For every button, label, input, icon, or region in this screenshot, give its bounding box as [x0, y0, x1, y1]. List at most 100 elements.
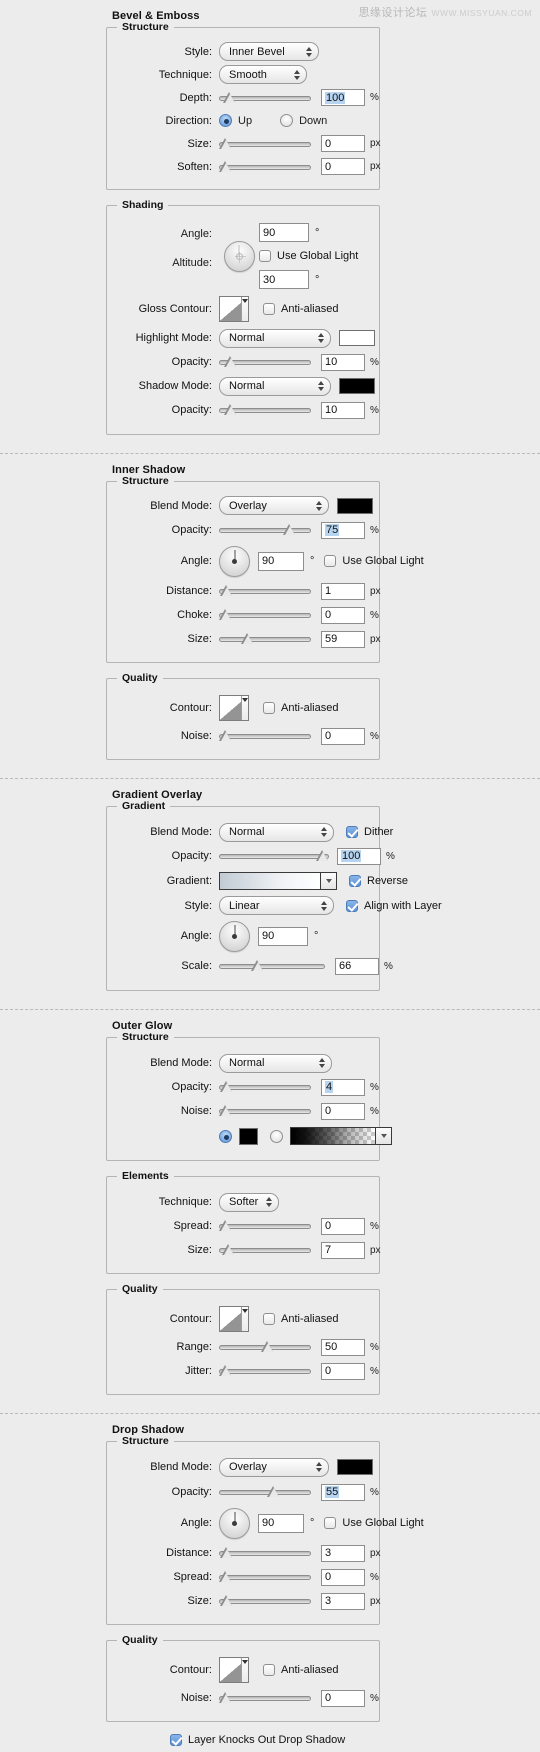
inner-shadow-distance-slider[interactable] [219, 584, 311, 598]
slider-thumb[interactable] [219, 137, 232, 150]
gradient-opacity-slider[interactable] [219, 849, 329, 863]
inner-shadow-choke-field[interactable]: 0 [321, 606, 365, 624]
slider-thumb[interactable] [219, 1692, 232, 1704]
bevel-direction-down-radio[interactable]: Down [280, 114, 327, 127]
inner-shadow-color-swatch[interactable] [337, 497, 373, 514]
outer-glow-anti-aliased-checkbox[interactable]: Anti-aliased [263, 1313, 338, 1325]
slider-thumb[interactable] [219, 1220, 232, 1232]
bevel-depth-field[interactable]: 100 [321, 89, 365, 106]
gradient-scale-field[interactable]: 66 [335, 957, 379, 975]
outer-glow-size-field[interactable]: 7 [321, 1241, 365, 1259]
slider-thumb[interactable] [219, 609, 232, 621]
drop-shadow-spread-field[interactable]: 0 [321, 1568, 365, 1586]
drop-shadow-distance-slider[interactable] [219, 1546, 311, 1560]
bevel-shadow-color-swatch[interactable] [339, 378, 375, 394]
outer-glow-jitter-field[interactable]: 0 [321, 1362, 365, 1380]
outer-glow-jitter-slider[interactable] [219, 1364, 311, 1378]
outer-glow-spread-field[interactable]: 0 [321, 1217, 365, 1235]
contour-dropdown-button[interactable] [241, 1658, 248, 1682]
outer-glow-blend-mode-select[interactable]: Normal [219, 1053, 332, 1073]
drop-shadow-opacity-field[interactable]: 55 [321, 1483, 365, 1501]
bevel-shadow-mode-select[interactable]: Normal [219, 376, 331, 396]
gradient-align-with-layer-checkbox[interactable]: Align with Layer [346, 899, 442, 912]
drop-shadow-size-slider[interactable] [219, 1594, 311, 1608]
drop-shadow-size-field[interactable]: 3 [321, 1592, 365, 1610]
drop-shadow-distance-field[interactable]: 3 [321, 1544, 365, 1562]
bevel-shadow-opacity-field[interactable]: 10 [321, 401, 365, 419]
bevel-anti-aliased-checkbox[interactable]: Anti-aliased [263, 303, 338, 315]
inner-shadow-noise-field[interactable]: 0 [321, 727, 365, 745]
slider-thumb[interactable] [219, 1365, 232, 1377]
outer-glow-spread-slider[interactable] [219, 1219, 311, 1233]
outer-glow-noise-field[interactable]: 0 [321, 1102, 365, 1120]
slider-thumb[interactable] [219, 1105, 232, 1117]
outer-glow-range-slider[interactable] [219, 1340, 311, 1354]
outer-glow-gradient-preview[interactable] [290, 1127, 392, 1145]
slider-thumb[interactable] [219, 160, 232, 173]
gradient-blend-mode-select[interactable]: Normal [219, 822, 334, 842]
bevel-technique-select[interactable]: Smooth [219, 65, 307, 84]
gradient-style-select[interactable]: Linear [219, 896, 334, 915]
slider-thumb[interactable] [219, 1571, 232, 1583]
slider-thumb[interactable] [220, 585, 233, 597]
bevel-angle-field[interactable]: 90 [259, 223, 309, 242]
inner-shadow-angle-dial[interactable] [219, 545, 250, 577]
gradient-dither-checkbox[interactable]: Dither [346, 826, 393, 838]
inner-shadow-noise-slider[interactable] [219, 729, 311, 743]
contour-dropdown-button[interactable] [241, 1307, 248, 1331]
drop-shadow-noise-field[interactable]: 0 [321, 1689, 365, 1707]
inner-shadow-blend-mode-select[interactable]: Overlay [219, 496, 329, 515]
contour-dropdown-button[interactable] [241, 696, 248, 720]
outer-glow-size-slider[interactable] [219, 1243, 311, 1257]
outer-glow-color-radio[interactable] [219, 1129, 232, 1143]
slider-thumb[interactable] [267, 1486, 280, 1498]
outer-glow-color-swatch[interactable] [239, 1127, 258, 1145]
drop-shadow-contour-thumbnail[interactable] [219, 1657, 249, 1683]
bevel-soften-slider[interactable] [219, 160, 311, 174]
outer-glow-opacity-slider[interactable] [219, 1080, 311, 1094]
bevel-highlight-opacity-field[interactable]: 10 [321, 353, 365, 371]
slider-thumb[interactable] [241, 633, 254, 645]
inner-shadow-size-slider[interactable] [219, 632, 311, 646]
gradient-angle-field[interactable]: 90 [258, 926, 308, 946]
outer-glow-noise-slider[interactable] [219, 1104, 311, 1118]
outer-glow-range-field[interactable]: 50 [321, 1338, 365, 1356]
bevel-use-global-light-checkbox[interactable]: Use Global Light [259, 250, 358, 262]
bevel-highlight-opacity-slider[interactable] [219, 355, 311, 369]
outer-glow-gradient-radio[interactable] [270, 1129, 283, 1143]
inner-shadow-distance-field[interactable]: 1 [321, 582, 365, 600]
drop-shadow-anti-aliased-checkbox[interactable]: Anti-aliased [263, 1664, 338, 1676]
slider-thumb[interactable] [220, 1081, 233, 1093]
bevel-highlight-mode-select[interactable]: Normal [219, 328, 331, 348]
slider-thumb[interactable] [219, 730, 232, 742]
gradient-preview[interactable] [219, 871, 337, 890]
slider-thumb[interactable] [283, 524, 296, 536]
bevel-altitude-field[interactable]: 30 [259, 270, 309, 289]
bevel-highlight-color-swatch[interactable] [339, 330, 375, 346]
drop-shadow-spread-slider[interactable] [219, 1570, 311, 1584]
drop-shadow-angle-dial[interactable] [219, 1507, 250, 1539]
outer-glow-contour-thumbnail[interactable] [219, 1306, 249, 1332]
bevel-size-slider[interactable] [219, 137, 311, 151]
gradient-dropdown-button[interactable] [375, 1128, 391, 1144]
inner-shadow-choke-slider[interactable] [219, 608, 311, 622]
drop-shadow-opacity-slider[interactable] [219, 1485, 311, 1499]
gradient-reverse-checkbox[interactable]: Reverse [349, 874, 408, 887]
inner-shadow-angle-field[interactable]: 90 [258, 551, 304, 571]
drop-shadow-blend-mode-select[interactable]: Overlay [219, 1457, 329, 1477]
slider-thumb[interactable] [220, 1595, 233, 1607]
slider-thumb[interactable] [224, 404, 237, 416]
inner-shadow-anti-aliased-checkbox[interactable]: Anti-aliased [263, 702, 338, 714]
gradient-opacity-field[interactable]: 100 [337, 847, 381, 865]
slider-thumb[interactable] [316, 850, 329, 862]
bevel-angle-dial[interactable] [223, 240, 255, 272]
drop-shadow-use-global-light-checkbox[interactable]: Use Global Light [324, 1517, 424, 1529]
gradient-angle-dial[interactable] [219, 920, 250, 952]
outer-glow-technique-select[interactable]: Softer [219, 1192, 279, 1212]
slider-thumb[interactable] [222, 1244, 235, 1256]
bevel-direction-up-radio[interactable]: Up [219, 114, 252, 127]
inner-shadow-opacity-field[interactable]: 75 [321, 521, 365, 539]
inner-shadow-size-field[interactable]: 59 [321, 630, 365, 648]
gradient-scale-slider[interactable] [219, 959, 325, 973]
bevel-depth-slider[interactable] [219, 91, 311, 105]
